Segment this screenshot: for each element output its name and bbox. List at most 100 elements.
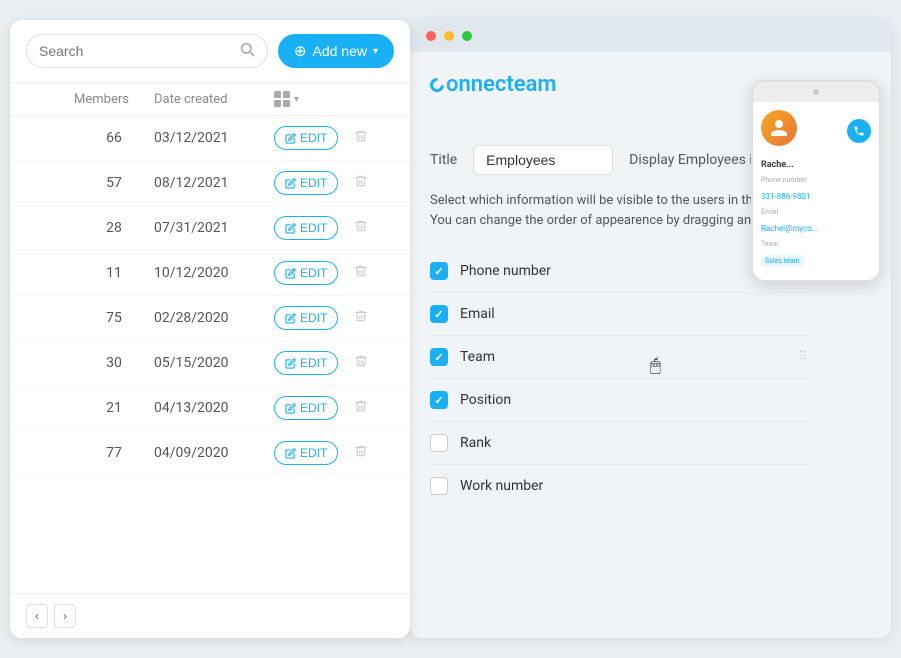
row-date: 02/28/2020 <box>154 310 274 326</box>
next-page-button[interactable]: › <box>54 604 76 628</box>
mobile-team-field: Team Sales team <box>761 240 871 267</box>
drag-handle-icon[interactable] <box>796 348 810 366</box>
table-row: 30 05/15/2020 EDIT <box>10 341 410 386</box>
edit-button[interactable]: EDIT <box>274 351 338 375</box>
check-label: Position <box>460 392 810 408</box>
search-box[interactable] <box>26 34 268 68</box>
checkbox-checked[interactable] <box>430 391 448 409</box>
check-label: Rank <box>460 435 810 451</box>
mobile-phone-field: Phone number 331-886-9801 <box>761 176 871 203</box>
date-header: Date created <box>154 92 274 107</box>
check-label: Work number <box>460 478 810 494</box>
table-row: 11 10/12/2020 EDIT <box>10 251 410 296</box>
search-input[interactable] <box>39 43 233 59</box>
row-members: 11 <box>74 265 154 281</box>
add-new-button[interactable]: ⊕ Add new ▾ <box>278 34 394 68</box>
check-item: Rank <box>430 422 810 465</box>
table-header: Members Date created ▾ <box>10 83 410 116</box>
delete-button[interactable] <box>354 219 368 238</box>
delete-button[interactable] <box>354 309 368 328</box>
delete-button[interactable] <box>354 354 368 373</box>
edit-button[interactable]: EDIT <box>274 261 338 285</box>
row-date: 07/31/2021 <box>154 220 274 236</box>
window-top-bar <box>410 20 891 52</box>
mobile-avatar <box>761 110 797 146</box>
delete-button[interactable] <box>354 264 368 283</box>
edit-button[interactable]: EDIT <box>274 171 338 195</box>
mobile-phone-label: Phone number <box>761 176 871 184</box>
checklist: Phone numberEmailTeam🖱PositionRankWork n… <box>430 250 810 507</box>
title-input[interactable] <box>473 145 613 175</box>
mobile-name: Rache... <box>761 160 871 170</box>
logo-c-icon <box>427 75 447 95</box>
edit-button[interactable]: EDIT <box>274 126 338 150</box>
edit-button[interactable]: EDIT <box>274 306 338 330</box>
row-date: 04/09/2020 <box>154 445 274 461</box>
grid-icon <box>274 91 290 107</box>
chevron-down-icon: ▾ <box>373 46 378 57</box>
checkbox-checked[interactable] <box>430 305 448 323</box>
check-item: Team🖱 <box>430 336 810 379</box>
delete-button[interactable] <box>354 444 368 463</box>
row-date: 05/15/2020 <box>154 355 274 371</box>
mobile-email-label: Email <box>761 208 871 216</box>
row-members: 75 <box>74 310 154 326</box>
mobile-call-button <box>847 119 871 143</box>
prev-page-button[interactable]: ‹ <box>26 604 48 628</box>
row-members: 66 <box>74 130 154 146</box>
table-row: 28 07/31/2021 EDIT <box>10 206 410 251</box>
delete-button[interactable] <box>354 399 368 418</box>
delete-button[interactable] <box>354 174 368 193</box>
cursor-pointer-icon: 🖱 <box>650 355 661 376</box>
checkbox-unchecked[interactable] <box>430 434 448 452</box>
add-new-label: Add new <box>312 43 366 59</box>
row-members: 28 <box>74 220 154 236</box>
mobile-top-bar <box>753 82 879 102</box>
row-date: 10/12/2020 <box>154 265 274 281</box>
add-icon: ⊕ <box>294 42 307 60</box>
view-toggle[interactable]: ▾ <box>274 91 354 107</box>
row-members: 30 <box>74 355 154 371</box>
check-label: Email <box>460 306 810 322</box>
mobile-phone-value: 331-886-9801 <box>761 192 810 201</box>
mobile-email-value: Rachel@myco... <box>761 224 818 233</box>
table-row: 75 02/28/2020 EDIT <box>10 296 410 341</box>
window-maximize-dot <box>462 31 472 41</box>
members-header: Members <box>74 92 154 107</box>
row-date: 03/12/2021 <box>154 130 274 146</box>
mobile-email-field: Email Rachel@myco... <box>761 208 871 235</box>
checkbox-unchecked[interactable] <box>430 477 448 495</box>
logo-text: onnecteam <box>430 72 557 97</box>
right-panel: onnecteam Directory settings Title Displ… <box>410 20 891 638</box>
table-row: 66 03/12/2021 EDIT <box>10 116 410 161</box>
window-minimize-dot <box>444 31 454 41</box>
row-members: 57 <box>74 175 154 191</box>
left-header: ⊕ Add new ▾ <box>10 20 410 83</box>
window-close-dot <box>426 31 436 41</box>
row-members: 21 <box>74 400 154 416</box>
row-date: 08/12/2021 <box>154 175 274 191</box>
checkbox-checked[interactable] <box>430 262 448 280</box>
edit-button[interactable]: EDIT <box>274 441 338 465</box>
check-item: Email <box>430 293 810 336</box>
table-rows: 66 03/12/2021 EDIT 57 08/12/2021 EDIT <box>10 116 410 593</box>
edit-button[interactable]: EDIT <box>274 216 338 240</box>
edit-button[interactable]: EDIT <box>274 396 338 420</box>
check-item: Position <box>430 379 810 422</box>
checkbox-checked[interactable] <box>430 348 448 366</box>
row-members: 77 <box>74 445 154 461</box>
title-field-label: Title <box>430 152 457 168</box>
chevron-down-icon: ▾ <box>294 94 299 105</box>
left-panel: ⊕ Add new ▾ Members Date created ▾ 66 03… <box>10 20 410 638</box>
table-row: 21 04/13/2020 EDIT <box>10 386 410 431</box>
mobile-name-row <box>761 110 871 152</box>
table-row: 77 04/09/2020 EDIT <box>10 431 410 476</box>
delete-button[interactable] <box>354 129 368 148</box>
mobile-content: Rache... Phone number 331-886-9801 Email… <box>753 102 879 280</box>
mobile-camera <box>813 89 819 95</box>
mobile-team-value: Sales team <box>761 255 804 267</box>
mobile-team-label: Team <box>761 240 871 248</box>
table-row: 57 08/12/2021 EDIT <box>10 161 410 206</box>
mobile-mockup: Rache... Phone number 331-886-9801 Email… <box>751 80 881 282</box>
check-item: Work number <box>430 465 810 507</box>
